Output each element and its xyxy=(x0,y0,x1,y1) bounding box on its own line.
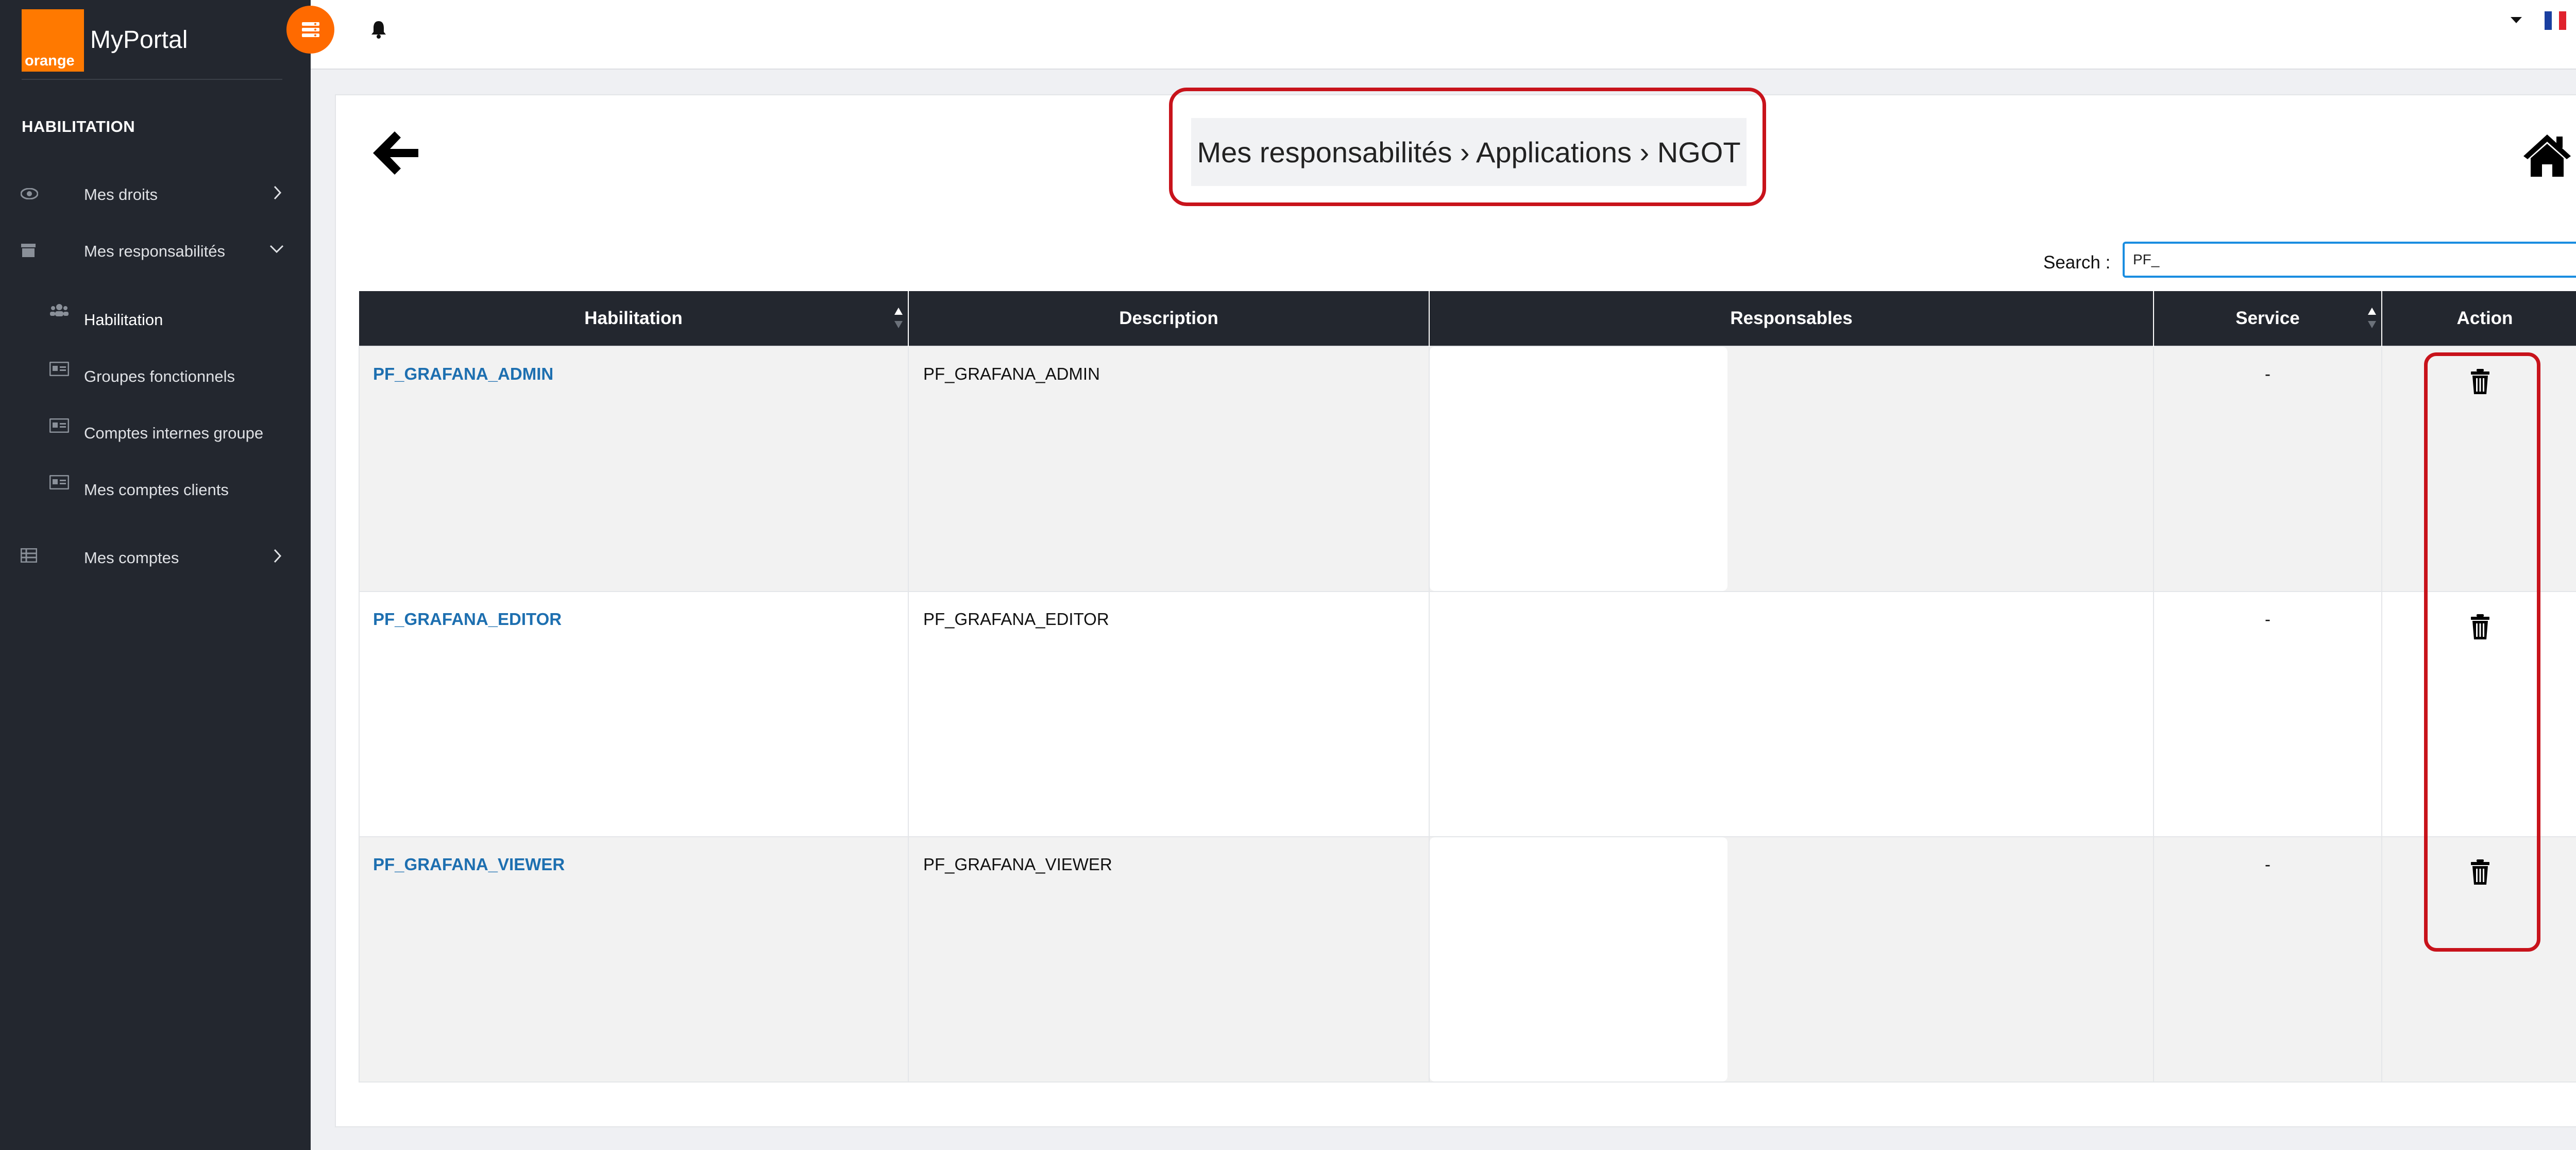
habilitation-cell: PF_GRAFANA_ADMIN xyxy=(359,346,909,592)
id-card-icon xyxy=(49,475,69,489)
top-bar xyxy=(311,0,2576,70)
service-text: - xyxy=(2265,610,2270,629)
service-cell: - xyxy=(2153,836,2382,1083)
column-header-description[interactable]: Description xyxy=(908,291,1430,346)
action-column-highlight xyxy=(2424,352,2540,952)
description-text: PF_GRAFANA_ADMIN xyxy=(923,364,1100,383)
sidebar-subitem-habilitation[interactable]: Habilitation xyxy=(0,299,311,340)
sidebar-item-mes-comptes[interactable]: Mes comptes xyxy=(0,537,311,578)
sidebar-item-label: Comptes internes groupe xyxy=(84,424,264,442)
redacted-area xyxy=(1430,347,1727,591)
sidebar-subitem-mes-comptes-clients[interactable]: Mes comptes clients xyxy=(0,469,311,510)
sort-icon xyxy=(894,308,903,328)
description-text: PF_GRAFANA_EDITOR xyxy=(923,610,1109,629)
habilitation-cell: PF_GRAFANA_EDITOR xyxy=(359,591,909,837)
table-row: PF_GRAFANA_ADMIN PF_GRAFANA_ADMIN - xyxy=(359,346,2576,592)
home-icon[interactable] xyxy=(2521,132,2573,178)
sidebar: orange MyPortal HABILITATION Mes droits … xyxy=(0,0,311,1150)
service-cell: - xyxy=(2153,591,2382,837)
responsables-cell xyxy=(1429,591,2154,837)
service-cell: - xyxy=(2153,346,2382,592)
menu-icon xyxy=(302,22,319,37)
sidebar-item-label: Groupes fonctionnels xyxy=(84,367,235,385)
search-input[interactable] xyxy=(2123,242,2576,278)
habilitation-cell: PF_GRAFANA_VIEWER xyxy=(359,836,909,1083)
table-row: PF_GRAFANA_VIEWER PF_GRAFANA_VIEWER - xyxy=(359,836,2576,1083)
search-label: Search : xyxy=(2043,252,2111,273)
id-card-icon xyxy=(49,418,69,433)
app-title: MyPortal xyxy=(90,26,188,54)
breadcrumb: Mes responsabilités › Applications › NGO… xyxy=(1191,118,1747,186)
table-icon xyxy=(21,548,37,563)
sidebar-item-label: Mes comptes clients xyxy=(84,481,229,499)
users-icon xyxy=(50,304,69,316)
logo-text: orange xyxy=(25,53,75,69)
chevron-right-icon xyxy=(274,549,282,563)
menu-toggle-button[interactable] xyxy=(286,6,334,54)
chevron-right-icon xyxy=(274,185,282,200)
description-cell: PF_GRAFANA_ADMIN xyxy=(908,346,1430,592)
description-text: PF_GRAFANA_VIEWER xyxy=(923,855,1112,874)
column-header-service[interactable]: Service xyxy=(2154,291,2382,346)
sort-icon xyxy=(2368,308,2376,328)
habilitation-link[interactable]: PF_GRAFANA_VIEWER xyxy=(373,855,565,874)
responsables-cell xyxy=(1429,346,2154,592)
sidebar-item-mes-droits[interactable]: Mes droits xyxy=(0,174,311,215)
sidebar-item-label: Mes responsabilités xyxy=(84,242,225,260)
sidebar-item-mes-responsabilites[interactable]: Mes responsabilités xyxy=(0,230,311,272)
service-text: - xyxy=(2265,855,2270,874)
column-header-action: Action xyxy=(2382,291,2576,346)
orange-logo[interactable]: orange xyxy=(22,9,84,72)
column-header-habilitation[interactable]: Habilitation xyxy=(359,291,909,346)
id-card-icon xyxy=(49,362,69,376)
sidebar-item-label: Habilitation xyxy=(84,311,163,329)
table-header-row: Habilitation Description Responsables Se… xyxy=(359,291,2576,346)
sidebar-item-label: Mes droits xyxy=(84,185,158,204)
caret-down-icon[interactable] xyxy=(2510,15,2523,25)
content-panel: Mes responsabilités › Applications › NGO… xyxy=(335,88,2576,1127)
sidebar-subitem-comptes-internes-groupe[interactable]: Comptes internes groupe xyxy=(0,412,311,453)
sidebar-subitem-groupes-fonctionnels[interactable]: Groupes fonctionnels xyxy=(0,356,311,397)
table-row: PF_GRAFANA_EDITOR PF_GRAFANA_EDITOR - xyxy=(359,591,2576,837)
eye-icon xyxy=(21,188,38,199)
archive-icon xyxy=(21,244,36,257)
sidebar-divider xyxy=(22,79,282,80)
column-header-responsables[interactable]: Responsables xyxy=(1429,291,2154,346)
sidebar-item-label: Mes comptes xyxy=(84,549,179,567)
habilitations-table: Habilitation Description Responsables Se… xyxy=(359,291,2576,1083)
redacted-area xyxy=(1430,837,1727,1081)
service-text: - xyxy=(2265,364,2270,383)
french-flag-icon[interactable] xyxy=(2545,11,2566,30)
description-cell: PF_GRAFANA_VIEWER xyxy=(908,836,1430,1083)
chevron-down-icon xyxy=(269,245,284,253)
back-arrow-icon[interactable] xyxy=(371,127,420,179)
habilitation-link[interactable]: PF_GRAFANA_EDITOR xyxy=(373,610,562,629)
bell-icon[interactable] xyxy=(370,20,387,39)
habilitation-link[interactable]: PF_GRAFANA_ADMIN xyxy=(373,364,553,384)
responsables-cell xyxy=(1429,836,2154,1083)
description-cell: PF_GRAFANA_EDITOR xyxy=(908,591,1430,837)
sidebar-section-title: HABILITATION xyxy=(22,117,135,136)
redacted-area xyxy=(1430,592,1727,836)
